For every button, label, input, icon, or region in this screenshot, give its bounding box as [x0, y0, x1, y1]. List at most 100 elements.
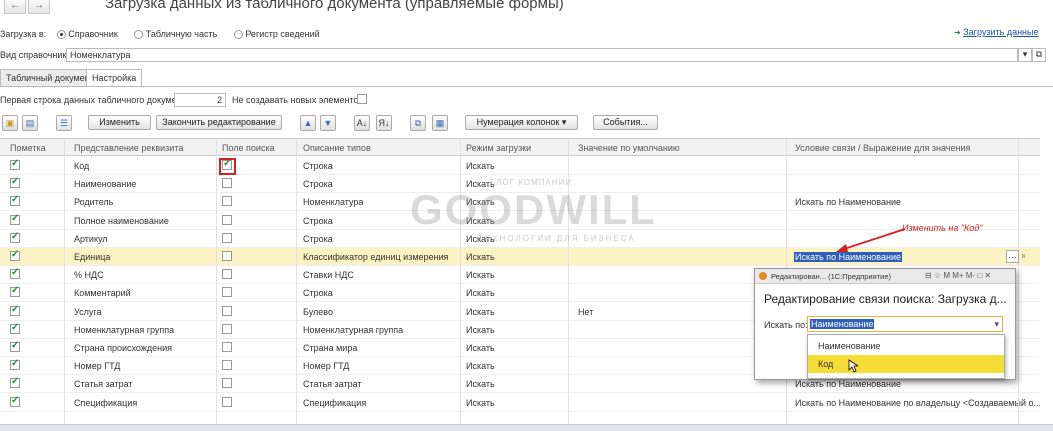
- search-field-checkbox[interactable]: [222, 287, 232, 298]
- cell-name: % НДС: [74, 270, 104, 281]
- cell-mode: Искать: [466, 379, 495, 390]
- search-field-checkbox[interactable]: [222, 232, 232, 243]
- col-mark[interactable]: Пометка: [10, 143, 46, 153]
- clear-icon[interactable]: ×: [1021, 251, 1026, 261]
- catalog-open-icon[interactable]: ⧉: [1032, 48, 1046, 62]
- settings-icon[interactable]: ☰: [56, 115, 72, 131]
- move-up-icon[interactable]: ▲: [300, 115, 316, 131]
- mark-checkbox[interactable]: [10, 395, 20, 407]
- annotation-arrow-icon: [836, 228, 906, 252]
- cell-name: Спецификация: [74, 397, 138, 408]
- mark-checkbox[interactable]: [10, 158, 20, 170]
- mark-checkbox[interactable]: [10, 213, 20, 225]
- mark-checkbox[interactable]: [10, 285, 20, 298]
- search-field-checkbox[interactable]: [222, 378, 232, 389]
- copy-icon[interactable]: ⧉: [410, 115, 426, 131]
- cell-name: Родитель: [74, 197, 114, 208]
- sort-desc-icon[interactable]: Я↓: [376, 115, 392, 131]
- search-field-checkbox[interactable]: [222, 269, 232, 280]
- no-new-checkbox[interactable]: [357, 94, 367, 104]
- col-mode[interactable]: Режим загрузки: [466, 143, 531, 153]
- events-button[interactable]: События...: [593, 115, 658, 130]
- search-field-checkbox[interactable]: [222, 251, 232, 261]
- sort-asc-icon[interactable]: A↓: [354, 115, 370, 131]
- radio-catalog[interactable]: Справочник: [56, 29, 118, 40]
- search-field-checkbox[interactable]: [222, 360, 232, 371]
- search-field-checkbox[interactable]: [222, 178, 232, 189]
- search-field-checkbox[interactable]: [222, 396, 232, 407]
- status-strip: [0, 424, 1053, 431]
- col-type[interactable]: Описание типов: [303, 143, 371, 153]
- open-icon[interactable]: ▣: [2, 115, 18, 131]
- mark-checkbox[interactable]: [10, 358, 20, 371]
- move-down-icon[interactable]: ▼: [320, 115, 336, 131]
- annotation-text: Изменить на "Код": [902, 223, 983, 233]
- load-to-group: Загрузка в: Справочник Табличную часть Р…: [0, 29, 320, 40]
- mark-checkbox[interactable]: [10, 194, 20, 207]
- cell-mode: Искать: [466, 343, 495, 353]
- first-row-label: Первая строка данных табличного документ…: [0, 95, 194, 105]
- ellipsis-button[interactable]: …: [1006, 250, 1019, 263]
- numbering-button[interactable]: Нумерация колонок ▾: [465, 115, 578, 130]
- table-row[interactable]: Код Строка Искать: [0, 157, 1040, 175]
- radio-register[interactable]: Регистр сведений: [233, 29, 320, 40]
- load-data-link[interactable]: ➜ Загрузить данные: [954, 27, 1038, 37]
- save-icon[interactable]: ▤: [22, 115, 38, 131]
- radio-tabular[interactable]: Табличную часть: [134, 29, 217, 40]
- search-field-checkbox[interactable]: [222, 196, 232, 207]
- catalog-field[interactable]: Номенклатура: [66, 48, 1018, 62]
- no-new-label: Не создавать новых элементов:: [232, 95, 366, 105]
- radio-on-icon: [56, 30, 66, 40]
- mark-checkbox[interactable]: [10, 322, 20, 334]
- cell-type: Строка: [303, 215, 333, 226]
- search-field-checkbox[interactable]: [222, 342, 232, 352]
- finish-edit-button[interactable]: Закончить редактирование: [156, 115, 282, 130]
- tab-settings[interactable]: Настройка: [86, 69, 143, 87]
- catalog-dropdown-icon[interactable]: ▾: [1018, 48, 1032, 62]
- col-default[interactable]: Значение по умолчанию: [578, 143, 680, 153]
- search-by-dropdown: Наименование Код: [807, 334, 1005, 379]
- mark-checkbox[interactable]: [10, 304, 20, 316]
- col-name[interactable]: Представление реквизита: [74, 143, 183, 153]
- cell-name: Единица: [74, 252, 111, 262]
- cell-type: Строка: [303, 233, 333, 244]
- col-search[interactable]: Поле поиска: [222, 143, 275, 153]
- table-row[interactable]: Спецификация Спецификация Искать Искать по …: [0, 394, 1040, 412]
- back-button[interactable]: ←: [4, 0, 26, 14]
- cell-condition: Искать по Наименование по владельцу <Соз…: [795, 397, 1040, 408]
- mark-checkbox[interactable]: [10, 267, 20, 280]
- cell-name: Код: [74, 161, 90, 171]
- dropdown-option-code[interactable]: Код: [808, 355, 1004, 373]
- search-field-checkbox[interactable]: [222, 214, 232, 225]
- mark-checkbox[interactable]: [10, 249, 20, 261]
- tab-spreadsheet[interactable]: Табличный документ: [0, 69, 100, 86]
- cell-default: Нет: [578, 306, 594, 317]
- chevron-down-icon[interactable]: ▾: [994, 319, 999, 330]
- mark-checkbox[interactable]: [10, 176, 20, 189]
- mark-checkbox[interactable]: [10, 231, 20, 243]
- cell-name: Полное наименование: [74, 215, 169, 226]
- dropdown-option-name[interactable]: Наименование: [808, 337, 1004, 355]
- forward-button[interactable]: →: [28, 0, 50, 14]
- dialog-heading: Редактирование связи поиска: Загрузка д.…: [764, 292, 1007, 306]
- search-field-highlight: [219, 158, 236, 175]
- cell-mode: Искать: [466, 270, 495, 281]
- change-button[interactable]: Изменить: [88, 115, 151, 130]
- watermark-bottom: ТЕХНОЛОГИИ ДЛЯ БИЗНЕСА: [478, 234, 636, 243]
- col-condition[interactable]: Условие связи / Выражение для значения: [795, 143, 970, 153]
- dialog-window-buttons[interactable]: ⊟ ☆ M M+ M- □ ✕: [925, 271, 991, 280]
- cell-type: Номенклатурная группа: [303, 324, 404, 335]
- search-field-checkbox[interactable]: [222, 323, 232, 334]
- watermark-logo: GOODWILL: [410, 186, 657, 233]
- search-field-checkbox[interactable]: [222, 305, 232, 316]
- group-icon[interactable]: ▦: [432, 115, 448, 131]
- cell-name: Статья затрат: [74, 379, 133, 390]
- cell-name: Комментарий: [74, 288, 131, 299]
- dialog-window-title: Редактирован... (1С:Предприятие): [771, 272, 891, 281]
- search-by-select[interactable]: Наименование ▾: [807, 316, 1003, 332]
- mark-checkbox[interactable]: [10, 376, 20, 389]
- app-logo-icon: [759, 272, 767, 280]
- mark-checkbox[interactable]: [10, 340, 20, 352]
- catalog-label: Вид справочника:: [0, 50, 74, 60]
- first-row-input[interactable]: 2: [174, 93, 226, 107]
